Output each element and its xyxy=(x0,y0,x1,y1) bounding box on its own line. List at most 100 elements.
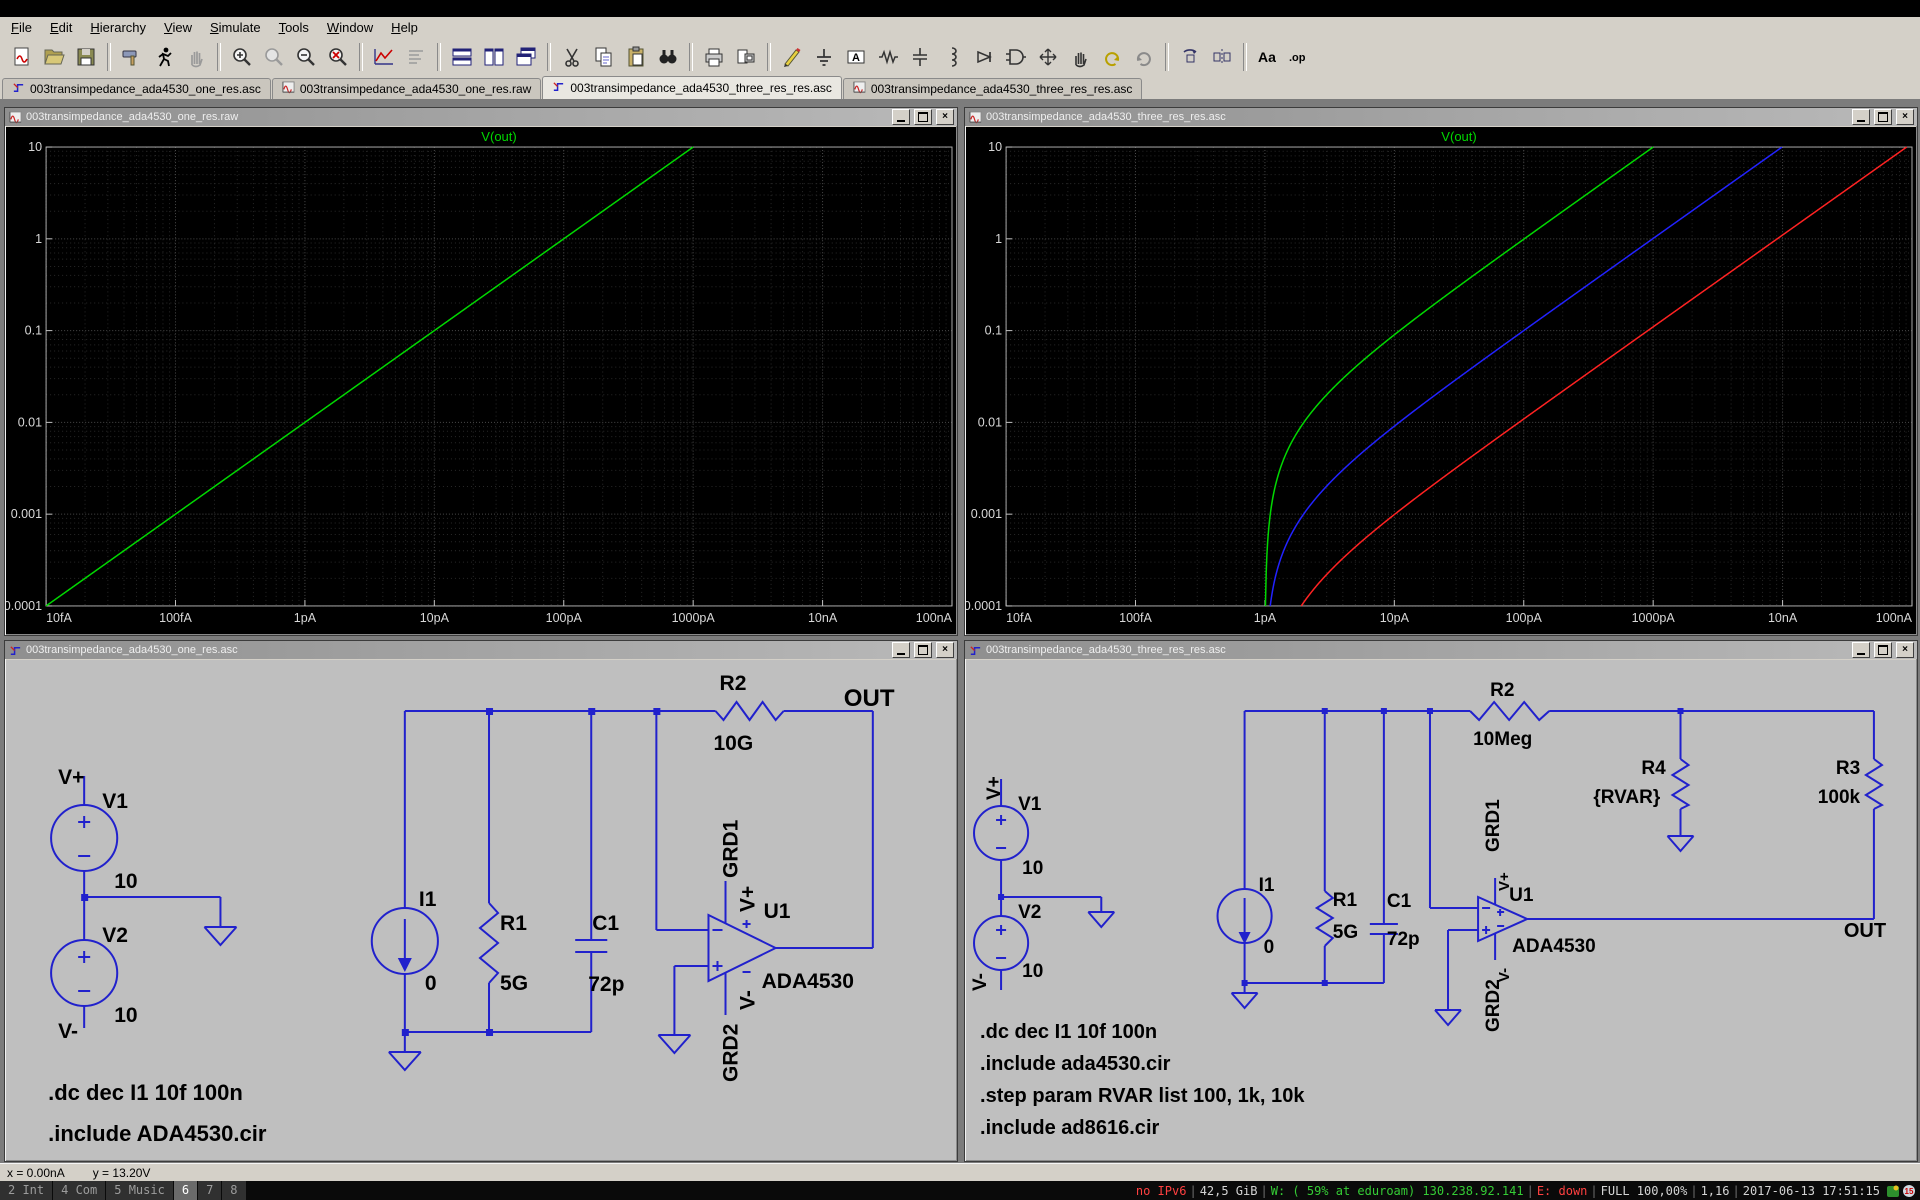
tool-paste[interactable] xyxy=(620,41,652,73)
label-r1[interactable]: R1 xyxy=(1333,890,1358,911)
tool-run[interactable] xyxy=(148,41,180,73)
component-v2[interactable] xyxy=(51,940,117,1006)
menu-file[interactable]: File xyxy=(2,19,41,36)
tool-capacitor[interactable] xyxy=(904,41,936,73)
maximize-button[interactable] xyxy=(1874,642,1892,658)
tool-open[interactable] xyxy=(38,41,70,73)
label-c1[interactable]: C1 xyxy=(1387,891,1412,912)
spice-directive-include-2[interactable]: .include ad8616.cir xyxy=(980,1117,1160,1139)
tool-move[interactable] xyxy=(1032,41,1064,73)
spice-directive-dc[interactable]: .dc dec I1 10f 100n xyxy=(980,1021,1157,1043)
tool-new-schematic[interactable] xyxy=(6,41,38,73)
workspace-8[interactable]: 8 xyxy=(222,1181,246,1200)
label-c1[interactable]: C1 xyxy=(592,912,619,935)
tool-zoom-in[interactable] xyxy=(226,41,258,73)
workspace-2-int[interactable]: 2 Int xyxy=(0,1181,53,1200)
plot-title[interactable]: V(out) xyxy=(481,129,516,144)
net-label-out[interactable]: OUT xyxy=(1844,920,1887,942)
label-v2[interactable]: V2 xyxy=(102,924,128,947)
tool-halt[interactable] xyxy=(180,41,212,73)
tool-diode[interactable] xyxy=(968,41,1000,73)
tool-zoom-area[interactable] xyxy=(258,41,290,73)
value-v1[interactable]: 10 xyxy=(114,870,137,893)
value-r2[interactable]: 10G xyxy=(713,732,753,755)
maximize-button[interactable] xyxy=(1874,109,1892,125)
value-r1[interactable]: 5G xyxy=(1333,922,1358,943)
tool-control-panel[interactable] xyxy=(116,41,148,73)
spice-directive-include-1[interactable]: .include ada4530.cir xyxy=(980,1053,1171,1075)
net-label-grd1[interactable]: GRD1 xyxy=(720,819,743,878)
minimize-button[interactable] xyxy=(892,642,910,658)
tab-4-waveform[interactable]: 003transimpedance_ada4530_three_res_res.… xyxy=(843,78,1143,99)
schematic-canvas[interactable]: V+ V1 10 V2 10 V- I1 0 R1 5G C1 72p R2 1… xyxy=(6,660,956,1160)
net-label-grd2[interactable]: GRD2 xyxy=(1483,979,1504,1032)
label-u1[interactable]: U1 xyxy=(764,900,791,923)
minimize-button[interactable] xyxy=(892,109,910,125)
tool-print-preview[interactable] xyxy=(730,41,762,73)
label-r2[interactable]: R2 xyxy=(720,672,747,695)
component-r2[interactable] xyxy=(715,702,783,720)
spice-directive-include[interactable]: .include ADA4530.cir xyxy=(48,1121,267,1146)
value-i1[interactable]: 0 xyxy=(425,972,437,995)
menu-help[interactable]: Help xyxy=(382,19,427,36)
tool-find[interactable] xyxy=(652,41,684,73)
value-v1[interactable]: 10 xyxy=(1022,858,1043,879)
tool-zoom-full[interactable] xyxy=(322,41,354,73)
tool-cascade[interactable] xyxy=(510,41,542,73)
value-r4[interactable]: {RVAR} xyxy=(1593,787,1661,808)
value-c1[interactable]: 72p xyxy=(1387,929,1420,950)
minimize-button[interactable] xyxy=(1852,109,1870,125)
workspace-5-music[interactable]: 5 Music xyxy=(106,1181,174,1200)
menu-simulate[interactable]: Simulate xyxy=(201,19,270,36)
tool-text[interactable]: Aa xyxy=(1252,41,1284,73)
component-i1[interactable] xyxy=(372,908,438,974)
close-button[interactable]: × xyxy=(1896,642,1914,658)
tab-2-waveform[interactable]: 003transimpedance_ada4530_one_res.raw xyxy=(272,78,542,99)
tab-1-schematic[interactable]: 003transimpedance_ada4530_one_res.asc xyxy=(2,78,271,99)
tool-component[interactable] xyxy=(1000,41,1032,73)
close-button[interactable]: × xyxy=(936,642,954,658)
menu-hierarchy[interactable]: Hierarchy xyxy=(81,19,155,36)
waveform-plot[interactable]: 10fA100fA1pA10pA100pA1000pA10nA100nA1010… xyxy=(6,127,956,634)
minimize-button[interactable] xyxy=(1852,642,1870,658)
component-v2[interactable] xyxy=(974,916,1028,970)
plot-title[interactable]: V(out) xyxy=(1441,129,1476,144)
close-button[interactable]: × xyxy=(1896,109,1914,125)
tray-icons[interactable]: 15 xyxy=(1886,1184,1916,1198)
menu-tools[interactable]: Tools xyxy=(270,19,318,36)
tool-redo[interactable] xyxy=(1128,41,1160,73)
tool-zoom-out[interactable] xyxy=(290,41,322,73)
tool-netlist[interactable] xyxy=(400,41,432,73)
component-r2[interactable] xyxy=(1470,702,1549,720)
label-v1[interactable]: V1 xyxy=(1018,794,1042,815)
label-v1[interactable]: V1 xyxy=(102,790,128,813)
tool-drag[interactable] xyxy=(1064,41,1096,73)
waveform-plot[interactable]: 10fA100fA1pA10pA100pA1000pA10nA100nA1010… xyxy=(966,127,1916,634)
label-r1[interactable]: R1 xyxy=(500,912,527,935)
net-label-vplus[interactable]: V+ xyxy=(58,766,84,789)
net-label-vplus[interactable]: V+ xyxy=(984,776,1005,800)
label-r4[interactable]: R4 xyxy=(1641,758,1666,779)
net-label-grd1[interactable]: GRD1 xyxy=(1483,799,1504,852)
component-i1[interactable] xyxy=(1218,889,1272,944)
tool-net-label[interactable]: A xyxy=(840,41,872,73)
tool-copy[interactable] xyxy=(588,41,620,73)
label-i1[interactable]: I1 xyxy=(1259,875,1275,896)
tool-resistor[interactable] xyxy=(872,41,904,73)
maximize-button[interactable] xyxy=(914,109,932,125)
tool-plot-settings[interactable] xyxy=(368,41,400,73)
component-c1[interactable] xyxy=(575,940,607,952)
component-r1[interactable] xyxy=(480,903,498,983)
window-titlebar[interactable]: 003transimpedance_ada4530_three_res_res.… xyxy=(965,108,1917,126)
workspace-7[interactable]: 7 xyxy=(198,1181,222,1200)
label-r2[interactable]: R2 xyxy=(1490,680,1514,701)
menu-window[interactable]: Window xyxy=(318,19,382,36)
tab-3-schematic[interactable]: 003transimpedance_ada4530_three_res_res.… xyxy=(542,76,842,99)
window-titlebar[interactable]: 003transimpedance_ada4530_three_res_res.… xyxy=(965,641,1917,659)
tool-inductor[interactable] xyxy=(936,41,968,73)
net-label-grd2[interactable]: GRD2 xyxy=(720,1024,743,1082)
tool-undo[interactable] xyxy=(1096,41,1128,73)
tool-cut[interactable] xyxy=(556,41,588,73)
value-r3[interactable]: 100k xyxy=(1818,787,1861,808)
spice-directive-step[interactable]: .step param RVAR list 100, 1k, 10k xyxy=(980,1085,1305,1107)
